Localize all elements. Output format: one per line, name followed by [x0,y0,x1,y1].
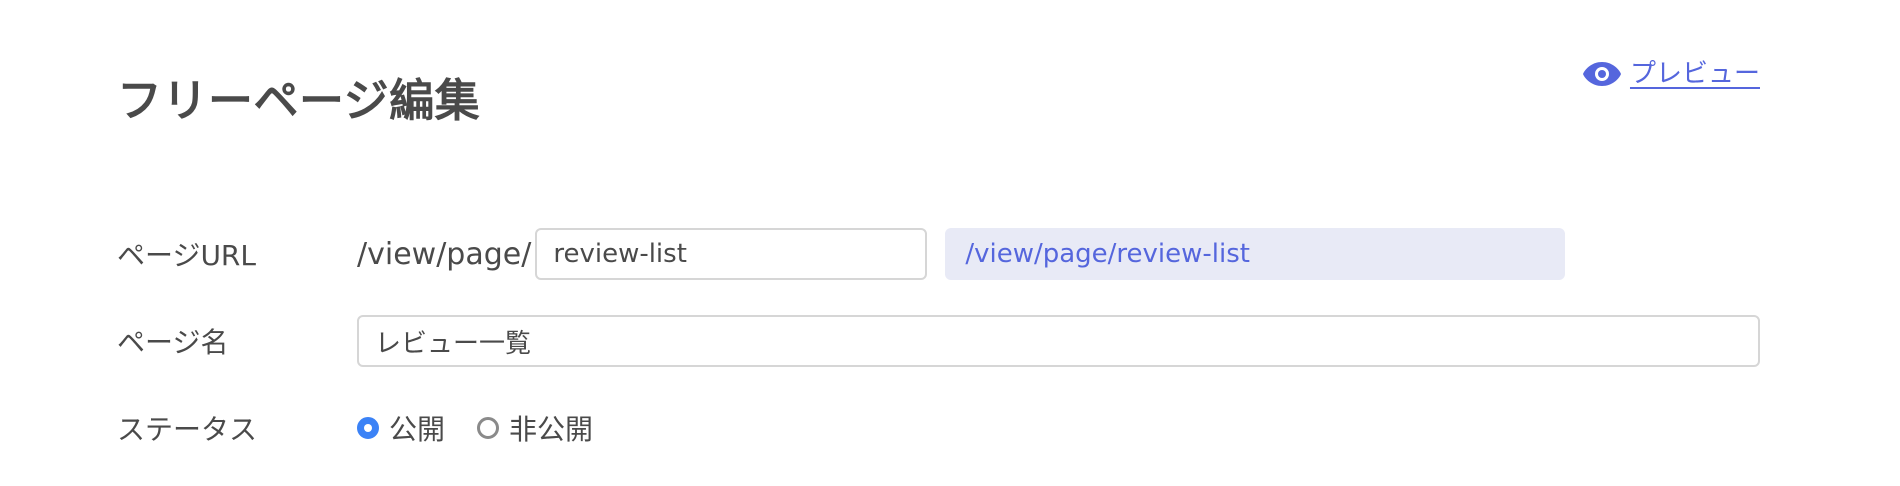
url-label: ページURL [117,239,256,272]
eye-icon [1582,60,1622,88]
status-radio-private[interactable]: 非公開 [477,408,593,448]
url-row: ページURL /view/page/ /view/page/review-lis… [117,226,1760,282]
page-name-input[interactable] [357,315,1760,367]
url-slug-input[interactable] [535,228,928,280]
preview-link[interactable]: プレビュー [1582,60,1760,88]
name-row: ページ名 [117,313,1760,369]
status-row: ステータス 公開 非公開 [117,400,1760,456]
status-private-label: 非公開 [509,413,594,446]
status-radio-public[interactable]: 公開 [357,408,445,448]
radio-checked-icon[interactable] [357,417,379,439]
radio-unchecked-icon[interactable] [477,417,500,439]
page-title: フリーページ編集 [117,74,481,128]
status-public-label: 公開 [389,413,446,446]
url-preview: /view/page/review-list [945,228,1566,280]
name-label: ページ名 [117,326,229,359]
status-radio-group: 公開 非公開 [357,408,625,448]
url-prefix: /view/page/ [357,236,532,272]
status-label: ステータス [117,413,258,446]
preview-label: プレビュー [1629,59,1760,89]
